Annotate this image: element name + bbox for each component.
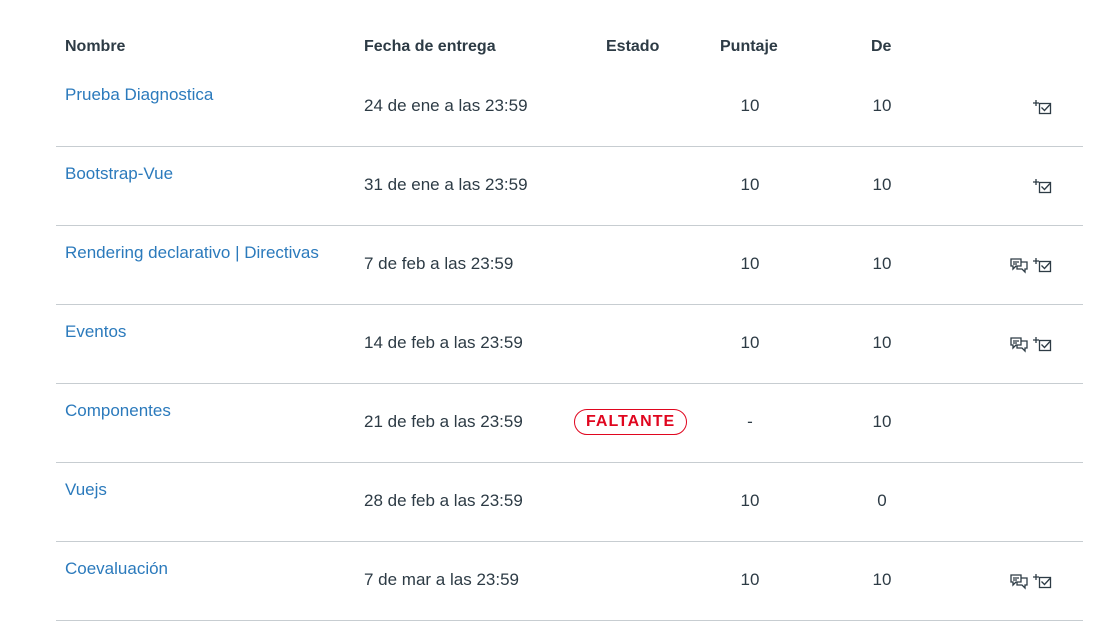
out-of-value: 10 bbox=[872, 333, 892, 352]
row-icons bbox=[1009, 571, 1053, 591]
table-row: Eventos 14 de feb a las 23:59 10 10 bbox=[56, 305, 1083, 384]
comments-icon[interactable] bbox=[1009, 334, 1029, 354]
status-cell: FALTANTE bbox=[574, 409, 688, 435]
out-of-value: 10 bbox=[872, 175, 892, 194]
comments-icon[interactable] bbox=[1009, 255, 1029, 275]
comments-icon[interactable] bbox=[1009, 571, 1029, 591]
table-header: Nombre Fecha de entrega Estado Puntaje D… bbox=[56, 0, 1083, 68]
row-icons bbox=[1009, 255, 1053, 275]
score-value: 10 bbox=[740, 491, 760, 510]
score-value: 10 bbox=[740, 570, 760, 589]
grades-table: Nombre Fecha de entrega Estado Puntaje D… bbox=[56, 0, 1083, 621]
assignment-link[interactable]: Eventos bbox=[65, 322, 126, 342]
out-of-value: 0 bbox=[877, 491, 887, 510]
assignment-link[interactable]: Coevaluación bbox=[65, 559, 168, 579]
out-of-value: 10 bbox=[872, 570, 892, 589]
header-name[interactable]: Nombre bbox=[65, 38, 125, 56]
table-row: Prueba Diagnostica 24 de ene a las 23:59 1… bbox=[56, 68, 1083, 147]
header-out-of[interactable]: De bbox=[871, 38, 891, 56]
header-score[interactable]: Puntaje bbox=[720, 38, 778, 56]
score-value: 10 bbox=[740, 333, 760, 352]
missing-status-badge: FALTANTE bbox=[574, 409, 688, 435]
table-row: Bootstrap-Vue 31 de ene a las 23:59 10 10 bbox=[56, 147, 1083, 226]
due-date: 14 de feb a las 23:59 bbox=[364, 333, 523, 352]
assignment-link[interactable]: Rendering declarativo | Directivas bbox=[65, 243, 319, 263]
header-status[interactable]: Estado bbox=[606, 38, 659, 56]
row-icons bbox=[1033, 176, 1053, 196]
due-date: 7 de mar a las 23:59 bbox=[364, 570, 519, 589]
header-due-date[interactable]: Fecha de entrega bbox=[364, 38, 496, 56]
out-of-value: 10 bbox=[872, 412, 892, 431]
table-row: Vuejs 28 de feb a las 23:59 10 0 bbox=[56, 463, 1083, 542]
score-value: - bbox=[747, 412, 753, 431]
due-date: 31 de ene a las 23:59 bbox=[364, 175, 528, 194]
rubric-icon[interactable] bbox=[1033, 97, 1053, 117]
score-value: 10 bbox=[740, 175, 760, 194]
rubric-icon[interactable] bbox=[1033, 176, 1053, 196]
rubric-icon[interactable] bbox=[1033, 571, 1053, 591]
score-value: 10 bbox=[740, 254, 760, 273]
score-value: 10 bbox=[740, 96, 760, 115]
due-date: 7 de feb a las 23:59 bbox=[364, 254, 514, 273]
assignment-link[interactable]: Vuejs bbox=[65, 480, 107, 500]
assignment-link[interactable]: Bootstrap-Vue bbox=[65, 164, 173, 184]
row-icons bbox=[1033, 97, 1053, 117]
table-row: Rendering declarativo | Directivas 7 de f… bbox=[56, 226, 1083, 305]
due-date: 21 de feb a las 23:59 bbox=[364, 412, 523, 431]
assignment-link[interactable]: Componentes bbox=[65, 401, 171, 421]
out-of-value: 10 bbox=[872, 96, 892, 115]
assignment-link[interactable]: Prueba Diagnostica bbox=[65, 85, 213, 105]
due-date: 24 de ene a las 23:59 bbox=[364, 96, 528, 115]
table-row: Componentes 21 de feb a las 23:59 FALTANTE… bbox=[56, 384, 1083, 463]
due-date: 28 de feb a las 23:59 bbox=[364, 491, 523, 510]
rubric-icon[interactable] bbox=[1033, 255, 1053, 275]
row-icons bbox=[1009, 334, 1053, 354]
out-of-value: 10 bbox=[872, 254, 892, 273]
table-row: Coevaluación 7 de mar a las 23:59 10 10 bbox=[56, 542, 1083, 621]
rubric-icon[interactable] bbox=[1033, 334, 1053, 354]
table-body: Prueba Diagnostica 24 de ene a las 23:59 1… bbox=[56, 68, 1083, 621]
